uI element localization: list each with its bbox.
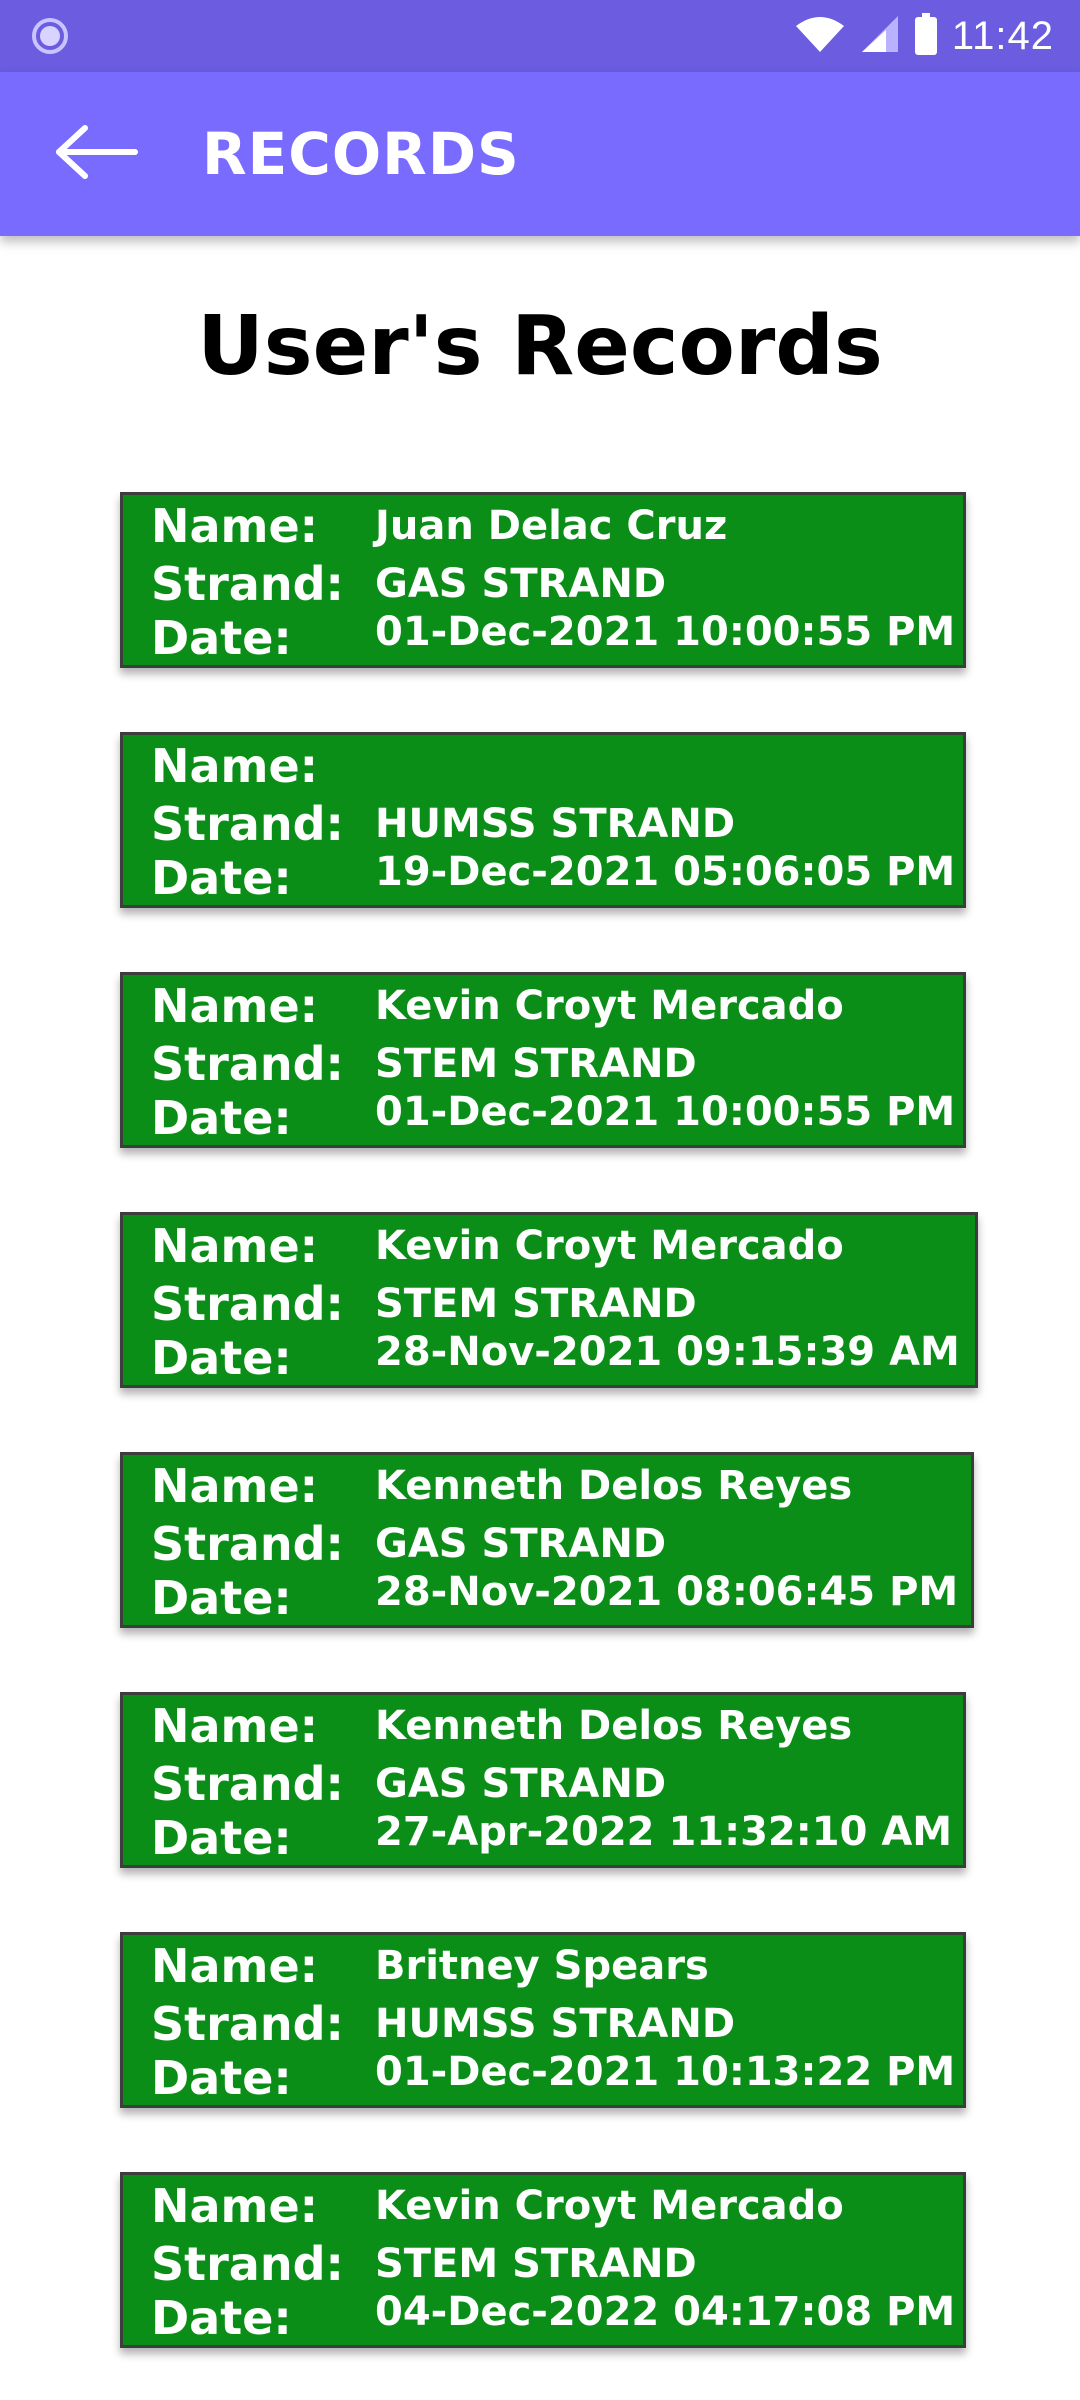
record-card[interactable]: Name: Kevin Croyt Mercado Strand: STEM S… bbox=[120, 972, 966, 1148]
name-label: Name: bbox=[151, 1939, 319, 1993]
name-label: Name: bbox=[151, 1699, 319, 1753]
record-name: Kevin Croyt Mercado bbox=[375, 1223, 844, 1269]
record-card[interactable]: Name: Kevin Croyt Mercado Strand: STEM S… bbox=[120, 2172, 966, 2348]
page-heading: User's Records bbox=[197, 299, 883, 394]
record-date: 28-Nov-2021 09:15:39 AM bbox=[375, 1329, 960, 1375]
record-card[interactable]: Name: Strand: HUMSS STRAND Date: 19-Dec-… bbox=[120, 732, 966, 908]
name-label: Name: bbox=[151, 979, 319, 1033]
record-name: Kenneth Delos Reyes bbox=[375, 1463, 853, 1509]
name-label: Name: bbox=[151, 1219, 319, 1273]
record-date: 01-Dec-2021 10:00:55 PM bbox=[375, 609, 956, 655]
record-name: Kevin Croyt Mercado bbox=[375, 983, 844, 1029]
record-name: Kevin Croyt Mercado bbox=[375, 2183, 844, 2229]
record-name: Kenneth Delos Reyes bbox=[375, 1703, 853, 1749]
status-bar: 11:42 bbox=[0, 0, 1080, 72]
date-label: Date: bbox=[151, 851, 292, 905]
app-bar-title: RECORDS bbox=[202, 120, 520, 188]
signal-icon bbox=[860, 14, 900, 58]
strand-label: Strand: bbox=[151, 1277, 344, 1331]
record-card[interactable]: Name: Juan Delac Cruz Strand: GAS STRAND… bbox=[120, 492, 966, 668]
date-label: Date: bbox=[151, 1811, 292, 1865]
date-label: Date: bbox=[151, 1331, 292, 1385]
date-label: Date: bbox=[151, 1571, 292, 1625]
record-card[interactable]: Name: Britney Spears Strand: HUMSS STRAN… bbox=[120, 1932, 966, 2108]
record-date: 19-Dec-2021 05:06:05 PM bbox=[375, 849, 956, 895]
strand-label: Strand: bbox=[151, 1517, 344, 1571]
record-name: Juan Delac Cruz bbox=[375, 503, 728, 549]
strand-label: Strand: bbox=[151, 797, 344, 851]
battery-icon bbox=[914, 13, 938, 59]
record-date: 28-Nov-2021 08:06:45 PM bbox=[375, 1569, 959, 1615]
record-date: 27-Apr-2022 11:32:10 AM bbox=[375, 1809, 953, 1855]
date-label: Date: bbox=[151, 2051, 292, 2105]
strand-label: Strand: bbox=[151, 1757, 344, 1811]
loading-icon bbox=[30, 16, 70, 56]
status-time: 11:42 bbox=[951, 13, 1054, 58]
date-label: Date: bbox=[151, 2291, 292, 2345]
strand-label: Strand: bbox=[151, 557, 344, 611]
arrow-left-icon bbox=[53, 124, 139, 184]
record-date: 01-Dec-2021 10:00:55 PM bbox=[375, 1089, 956, 1135]
strand-label: Strand: bbox=[151, 2237, 344, 2291]
wifi-icon bbox=[794, 14, 846, 58]
record-card[interactable]: Name: Kenneth Delos Reyes Strand: GAS ST… bbox=[120, 1452, 974, 1628]
record-name: Britney Spears bbox=[375, 1943, 709, 1989]
name-label: Name: bbox=[151, 1459, 319, 1513]
back-button[interactable] bbox=[48, 114, 144, 194]
name-label: Name: bbox=[151, 739, 319, 793]
strand-label: Strand: bbox=[151, 1037, 344, 1091]
app-bar: RECORDS bbox=[0, 72, 1080, 236]
record-card[interactable]: Name: Kevin Croyt Mercado Strand: STEM S… bbox=[120, 1212, 978, 1388]
date-label: Date: bbox=[151, 611, 292, 665]
date-label: Date: bbox=[151, 1091, 292, 1145]
record-date: 04-Dec-2022 04:17:08 PM bbox=[375, 2289, 956, 2335]
strand-label: Strand: bbox=[151, 1997, 344, 2051]
record-card[interactable]: Name: Kenneth Delos Reyes Strand: GAS ST… bbox=[120, 1692, 966, 1868]
name-label: Name: bbox=[151, 499, 319, 553]
name-label: Name: bbox=[151, 2179, 319, 2233]
record-date: 01-Dec-2021 10:13:22 PM bbox=[375, 2049, 956, 2095]
